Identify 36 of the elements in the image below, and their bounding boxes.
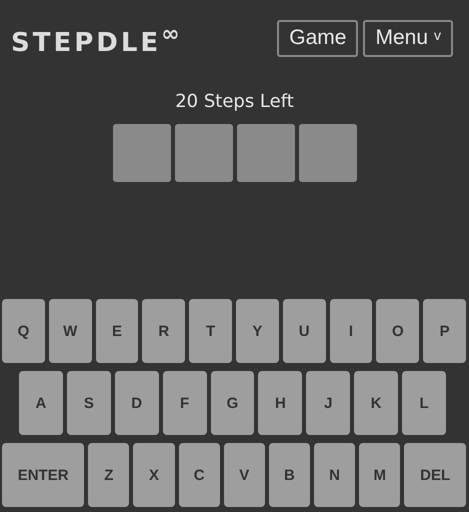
keyboard-key[interactable]: DEL (404, 443, 466, 507)
nav-button[interactable]: Menu $^{v}$ (363, 20, 453, 56)
keyboard-key[interactable]: ENTER (2, 443, 84, 507)
letter-tile (236, 124, 294, 182)
letter-tile (174, 124, 232, 182)
keyboard-key[interactable]: P (423, 299, 466, 363)
logo: STEPDLE$^{∞}$ (11, 22, 180, 58)
keyboard-key[interactable]: Y (236, 299, 279, 363)
letter-tile (112, 124, 170, 182)
keyboard-key[interactable]: O (376, 299, 420, 363)
keyboard-key[interactable]: N (314, 443, 356, 507)
keyboard-key[interactable]: G (210, 371, 254, 435)
keyboard-key[interactable]: W (48, 299, 92, 363)
keyboard-key[interactable]: K (354, 371, 398, 435)
keyboard-key[interactable]: B (268, 443, 310, 507)
keyboard-key[interactable]: M (359, 443, 400, 507)
keyboard-key[interactable]: R (142, 299, 186, 363)
keyboard-key[interactable]: Z (88, 443, 130, 507)
keyboard-key[interactable]: H (258, 371, 302, 435)
keyboard-key[interactable]: I (330, 299, 372, 363)
letter-tile (298, 124, 356, 182)
keyboard-key[interactable]: X (133, 443, 175, 507)
keyboard-key[interactable]: Q (2, 299, 45, 363)
keyboard-key[interactable]: C (178, 443, 220, 507)
keyboard-key[interactable]: V (224, 443, 265, 507)
keyboard-key[interactable]: S (66, 371, 111, 435)
keyboard-key[interactable]: A (19, 371, 63, 435)
keyboard-key[interactable]: J (306, 371, 350, 435)
nav-button[interactable]: Game (277, 20, 358, 56)
keyboard-key[interactable]: L (402, 371, 446, 435)
keyboard-key[interactable]: D (114, 371, 159, 435)
keyboard-key[interactable]: F (162, 371, 207, 435)
steps-left-text: 20 Steps Left (174, 91, 295, 112)
keyboard-key[interactable]: T (189, 299, 232, 363)
keyboard-key[interactable]: U (282, 299, 326, 363)
keyboard-key[interactable]: E (96, 299, 138, 363)
